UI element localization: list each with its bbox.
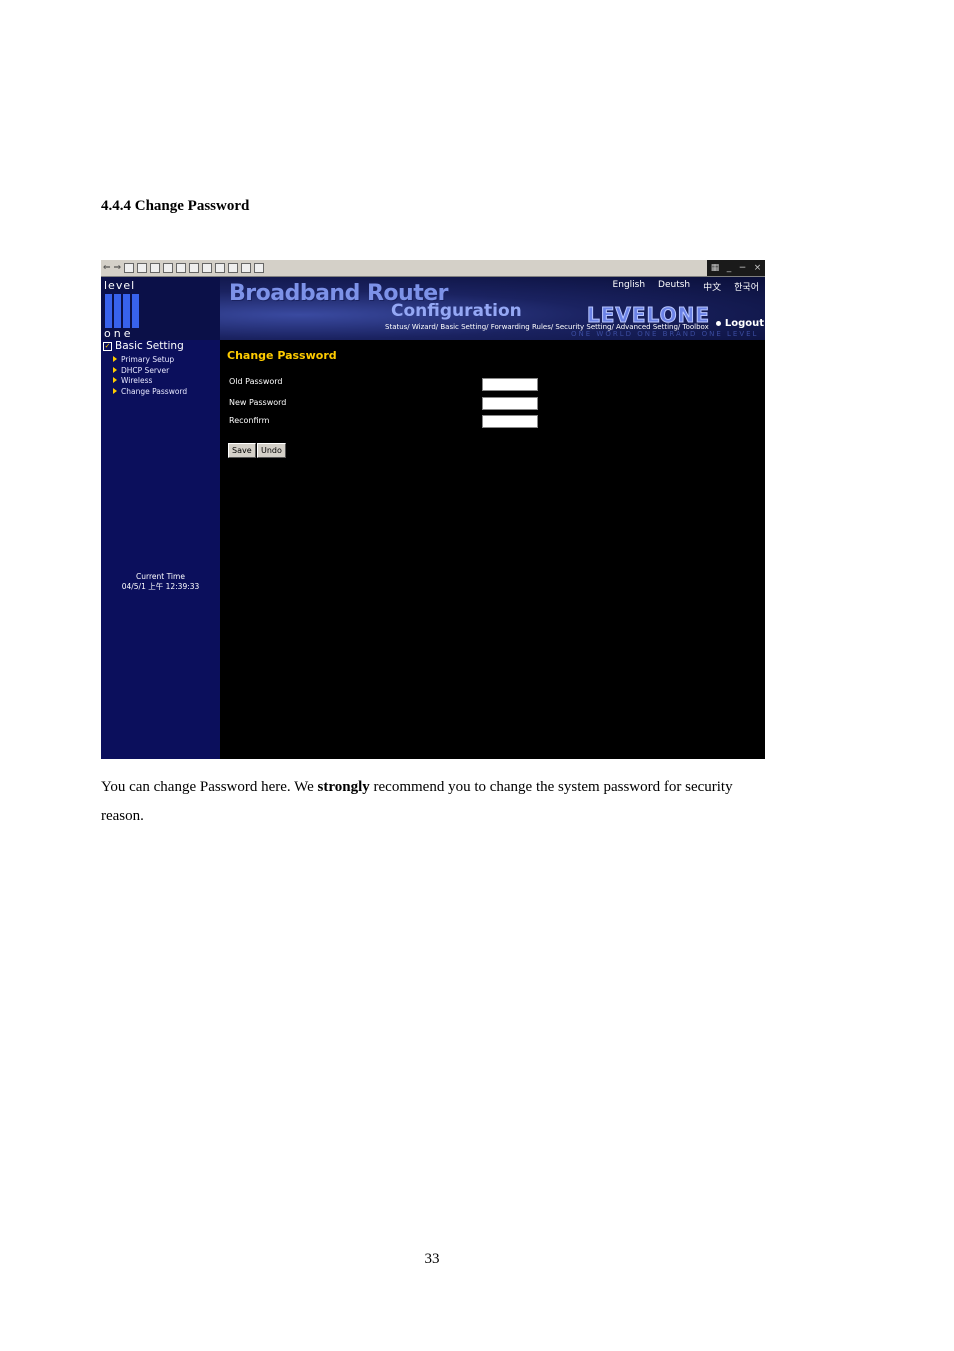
page-number: 33 — [424, 1251, 440, 1267]
discuss-icon[interactable] — [241, 263, 252, 273]
logout-link[interactable]: Logout — [715, 318, 764, 329]
section-heading: 4.4.4 Change Password — [101, 198, 250, 214]
current-time: Current Time 04/5/1 上午 12:39:33 — [101, 572, 220, 592]
description-paragraph: You can change Password here. We strongl… — [101, 773, 761, 831]
forward-icon[interactable]: ⇒ — [114, 263, 122, 273]
arrow-icon — [113, 387, 117, 394]
lang-korean-link[interactable]: 한국어 — [734, 280, 759, 293]
paragraph-text-before: You can change Password here. We — [101, 779, 318, 795]
messenger-icon[interactable] — [254, 263, 265, 273]
lang-english-link[interactable]: English — [613, 280, 646, 293]
sidebar-menu: Primary Setup DHCP Server Wireless Chang… — [113, 355, 187, 397]
new-password-field[interactable] — [482, 397, 538, 410]
browser-toolbar: ⇐ ⇒ ▦ _ − × — [101, 260, 765, 277]
banner-subtitle: Configuration — [391, 301, 522, 321]
lang-chinese-link[interactable]: 中文 — [703, 280, 721, 293]
window-controls: ▦ _ − × — [707, 260, 765, 276]
edit-icon[interactable] — [228, 263, 239, 273]
old-password-field[interactable] — [482, 378, 538, 391]
logout-label: Logout — [724, 318, 764, 329]
sidebar-item-dhcp-server[interactable]: DHCP Server — [113, 366, 187, 377]
search-icon[interactable] — [163, 263, 174, 273]
paragraph-emphasis: strongly — [317, 779, 370, 795]
save-button[interactable]: Save — [228, 443, 256, 458]
new-password-label: New Password — [229, 398, 287, 407]
print-icon[interactable] — [215, 263, 226, 273]
router-screenshot: ⇐ ⇒ ▦ _ − × level one Broadband Router C… — [101, 260, 765, 759]
arrow-icon — [113, 356, 117, 362]
logo-one-text: one — [104, 327, 134, 340]
minimize-button[interactable]: _ — [727, 263, 732, 273]
home-icon[interactable] — [150, 263, 161, 273]
logo-grid-icon — [105, 294, 141, 328]
old-password-label: Old Password — [229, 377, 283, 386]
current-time-value: 04/5/1 上午 12:39:33 — [121, 582, 200, 591]
windows-logo-icon: ▦ — [710, 263, 720, 273]
sidebar-item-label: DHCP Server — [121, 365, 170, 375]
stop-icon[interactable] — [124, 263, 135, 273]
refresh-icon[interactable] — [137, 263, 148, 273]
favorites-icon[interactable] — [176, 263, 187, 273]
sidebar-item-label: Primary Setup — [121, 355, 175, 364]
lang-deutsh-link[interactable]: Deutsh — [658, 280, 690, 293]
sidebar-item-primary-setup[interactable]: Primary Setup — [113, 355, 187, 366]
sidebar-heading-label: Basic Setting — [115, 340, 184, 352]
arrow-icon — [113, 366, 117, 373]
sidebar-item-wireless[interactable]: Wireless — [113, 376, 187, 387]
undo-button[interactable]: Undo — [257, 443, 286, 458]
arrow-icon — [113, 377, 117, 383]
top-nav[interactable]: Status/ Wizard/ Basic Setting/ Forwardin… — [385, 323, 709, 331]
brand-slogan: ONE WORLD ONE BRAND ONE LEVEL — [571, 330, 759, 338]
sidebar-item-label: Change Password — [121, 386, 188, 396]
sidebar: ✓ Basic Setting Primary Setup DHCP Server… — [101, 340, 220, 759]
sidebar-heading[interactable]: ✓ Basic Setting — [103, 340, 184, 352]
language-bar: English Deutsh 中文 한국어 — [613, 280, 759, 293]
current-time-label: Current Time — [136, 572, 185, 581]
reconfirm-label: Reconfirm — [229, 416, 270, 425]
reconfirm-field[interactable] — [482, 415, 538, 428]
toolbar-icons: ⇐ ⇒ — [103, 262, 265, 274]
restore-button[interactable]: − — [739, 263, 747, 273]
content-panel: Change Password Old Password New Passwor… — [220, 340, 765, 759]
checkmark-icon: ✓ — [103, 341, 112, 351]
sidebar-item-change-password[interactable]: Change Password — [113, 387, 187, 398]
mail-icon[interactable] — [202, 263, 213, 273]
history-icon[interactable] — [189, 263, 200, 273]
router-banner: level one Broadband Router Configuration… — [101, 277, 765, 340]
levelone-logo: level one — [101, 277, 220, 340]
close-button[interactable]: × — [754, 263, 762, 273]
logo-level-text: level — [104, 279, 136, 292]
page-title: Change Password — [227, 349, 337, 362]
sidebar-item-label: Wireless — [121, 376, 153, 385]
bullet-icon — [715, 320, 721, 326]
back-icon[interactable]: ⇐ — [103, 263, 111, 273]
